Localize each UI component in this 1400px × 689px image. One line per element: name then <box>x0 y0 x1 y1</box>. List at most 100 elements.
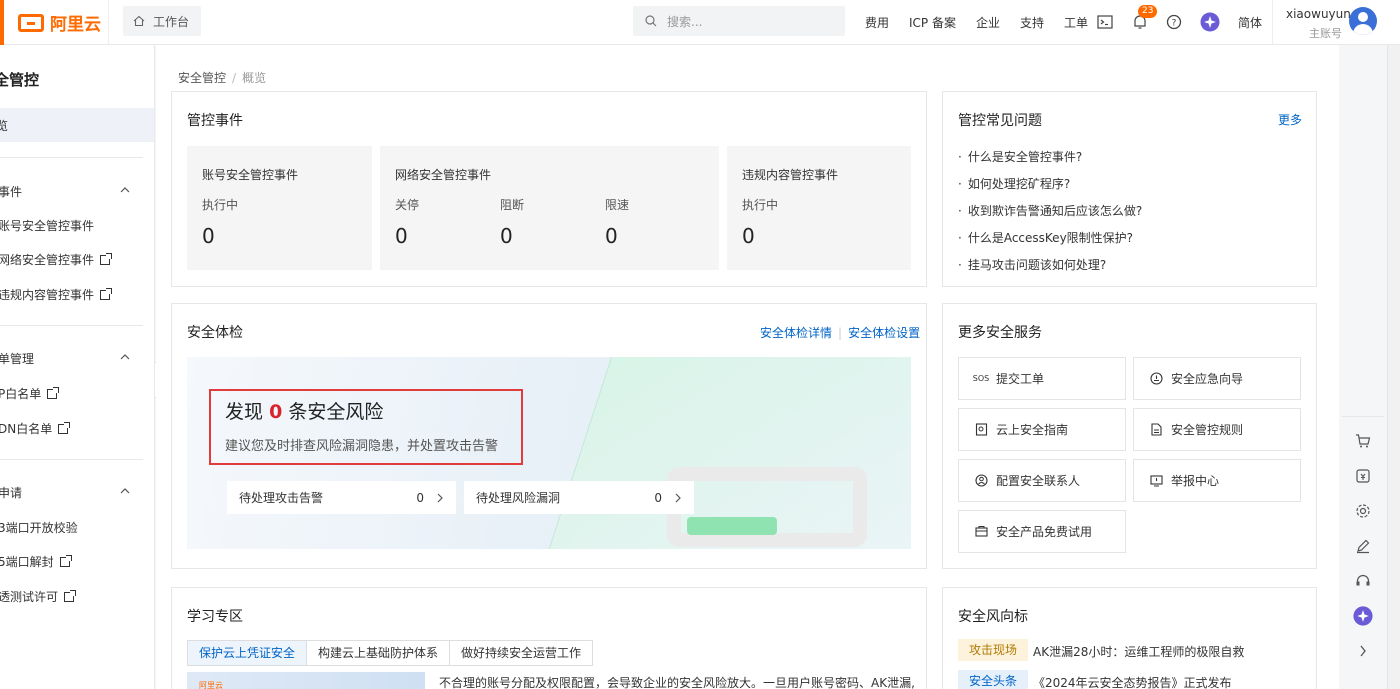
banner-illustration <box>667 467 867 547</box>
sidebar-item-port-check[interactable]: 3端口开放校验 <box>0 519 78 536</box>
ai-assistant-icon[interactable] <box>1353 606 1373 626</box>
trend-headline[interactable]: 《2024年云安全态势报告》正式发布 <box>1033 674 1232 689</box>
chevron-up-icon[interactable] <box>120 352 130 362</box>
status-value[interactable]: 0 <box>500 224 513 248</box>
sidebar-item-ip-whitelist[interactable]: P白名单 <box>0 385 60 402</box>
account-events-panel[interactable]: 账号安全管控事件 执行中 0 <box>187 146 372 270</box>
faq-item[interactable]: 什么是安全管控事件? <box>958 148 1082 165</box>
trend-headline[interactable]: AK泄漏28小时：运维工程师的极限自救 <box>1033 643 1244 660</box>
sidebar: 全管控 览 事件 账号安全管控事件 网络安全管控事件 违规内容管控事件 单管理 … <box>0 45 155 689</box>
pending-value: 0 <box>654 490 662 505</box>
pending-label: 待处理风险漏洞 <box>476 491 561 505</box>
breadcrumb-root[interactable]: 安全管控 <box>178 71 226 85</box>
brand-accent-bar <box>0 0 4 45</box>
gear-icon[interactable] <box>1353 501 1373 521</box>
content-events-panel[interactable]: 违规内容管控事件 执行中 0 <box>727 146 911 270</box>
risk-subline: 建议您及时排查风险漏洞隐患，并处置攻击告警 <box>225 439 499 454</box>
avatar[interactable] <box>1349 7 1377 35</box>
sidebar-item-label: 账号安全管控事件 <box>0 219 95 233</box>
notification-badge: 23 <box>1138 5 1158 18</box>
chevron-up-icon[interactable] <box>120 486 130 496</box>
chevron-up-icon[interactable] <box>120 185 130 195</box>
nav-link-support[interactable]: 支持 <box>1010 14 1054 31</box>
username[interactable]: xiaowuyun <box>1286 7 1351 21</box>
service-free-trial[interactable]: 安全产品免费试用 <box>958 510 1126 553</box>
checkup-settings-link[interactable]: 安全体检设置 <box>848 326 920 340</box>
tab-basic-protection[interactable]: 构建云上基础防护体系 <box>307 641 451 665</box>
home-icon <box>133 15 145 27</box>
edit-icon[interactable] <box>1353 536 1373 556</box>
status-value[interactable]: 0 <box>742 224 755 248</box>
pending-vulns-button[interactable]: 待处理风险漏洞 0 <box>464 481 694 514</box>
headset-icon[interactable] <box>1353 571 1373 591</box>
service-submit-ticket[interactable]: SOS 提交工单 <box>958 357 1126 400</box>
billing-icon[interactable] <box>1353 466 1373 486</box>
faq-item[interactable]: 什么是AccessKey限制性保护? <box>958 229 1133 246</box>
ai-assistant-icon[interactable] <box>1200 12 1220 32</box>
service-report-center[interactable]: 举报中心 <box>1133 459 1301 502</box>
sidebar-item-account-events[interactable]: 账号安全管控事件 <box>0 217 94 234</box>
thumbnail-logo: 阿里云 <box>199 681 223 689</box>
pending-value: 0 <box>416 490 424 505</box>
page-scrollbar[interactable] <box>1387 45 1400 689</box>
divider <box>108 0 109 45</box>
faq-item[interactable]: 收到欺诈告警通知后应该怎么做? <box>958 202 1142 219</box>
sidebar-group-whitelist[interactable]: 单管理 <box>0 350 34 367</box>
card-title: 更多安全服务 <box>958 325 1042 341</box>
checkup-detail-link[interactable]: 安全体检详情 <box>760 326 832 340</box>
brand-name: 阿里云 <box>50 15 101 35</box>
status-value[interactable]: 0 <box>605 224 618 248</box>
divider <box>0 459 143 460</box>
workbench-label: 工作台 <box>153 14 190 29</box>
nav-link-icp[interactable]: ICP 备案 <box>899 14 966 31</box>
contact-icon <box>974 474 988 488</box>
workbench-button[interactable]: 工作台 <box>123 6 201 36</box>
card-title: 管控常见问题 <box>958 113 1042 129</box>
tab-credential-security[interactable]: 保护云上凭证安全 <box>188 641 308 665</box>
trend-tag: 攻击现场 <box>958 639 1029 661</box>
status-value[interactable]: 0 <box>395 224 408 248</box>
logo-mark-icon <box>18 13 44 32</box>
card-title: 管控事件 <box>187 113 243 129</box>
service-control-rules[interactable]: 安全管控规则 <box>1133 408 1301 451</box>
help-icon[interactable]: ? <box>1164 12 1184 32</box>
chevron-right-icon <box>675 493 681 502</box>
pending-alerts-button[interactable]: 待处理攻击告警 0 <box>227 481 456 514</box>
sidebar-group-requests[interactable]: 申请 <box>0 484 22 501</box>
banner-illustration <box>687 517 777 535</box>
sidebar-item-pentest[interactable]: 透测试许可 <box>0 588 77 605</box>
sidebar-item-overview[interactable]: 览 <box>0 108 154 142</box>
nav-link-enterprise[interactable]: 企业 <box>966 14 1010 31</box>
sidebar-item-label: 5端口解封 <box>0 555 54 569</box>
nav-link-billing[interactable]: 费用 <box>855 14 899 31</box>
terminal-icon[interactable] <box>1095 12 1115 32</box>
trial-icon <box>974 525 988 539</box>
search-input[interactable]: 搜索... <box>633 6 845 36</box>
sidebar-item-port-unblock[interactable]: 5端口解封 <box>0 553 72 570</box>
sidebar-item-network-events[interactable]: 网络安全管控事件 <box>0 251 113 268</box>
sidebar-item-label: 透测试许可 <box>0 590 59 604</box>
nav-link-ticket[interactable]: 工单 <box>1054 14 1098 31</box>
sidebar-group-events[interactable]: 事件 <box>0 183 22 200</box>
language-switch[interactable]: 简体 <box>1238 14 1262 31</box>
service-emergency-guide[interactable]: 安全应急向导 <box>1133 357 1301 400</box>
learning-thumbnail[interactable]: 阿里云 <box>187 672 425 689</box>
service-label: 举报中心 <box>1171 474 1220 488</box>
sidebar-item-label: 览 <box>0 119 9 133</box>
status-value[interactable]: 0 <box>202 224 215 248</box>
service-cloud-security-guide[interactable]: 云上安全指南 <box>958 408 1126 451</box>
network-events-panel[interactable]: 网络安全管控事件 关停 0 阻断 0 限速 0 <box>380 146 719 270</box>
sidebar-item-content-events[interactable]: 违规内容管控事件 <box>0 286 113 303</box>
faq-more-link[interactable]: 更多 <box>1278 111 1302 128</box>
faq-item[interactable]: 如何处理挖矿程序? <box>958 175 1070 192</box>
aliyun-logo[interactable]: 阿里云 <box>18 10 101 35</box>
sidebar-item-cdn-whitelist[interactable]: DN白名单 <box>0 420 71 437</box>
chevron-right-icon[interactable] <box>1353 641 1373 661</box>
floating-tool-rail <box>1340 416 1386 689</box>
divider <box>0 325 143 326</box>
service-security-contact[interactable]: 配置安全联系人 <box>958 459 1126 502</box>
tab-security-operations[interactable]: 做好持续安全运营工作 <box>450 641 592 665</box>
cart-icon[interactable] <box>1353 431 1373 451</box>
faq-item[interactable]: 挂马攻击问题该如何处理? <box>958 256 1106 273</box>
service-label: 云上安全指南 <box>996 423 1069 437</box>
